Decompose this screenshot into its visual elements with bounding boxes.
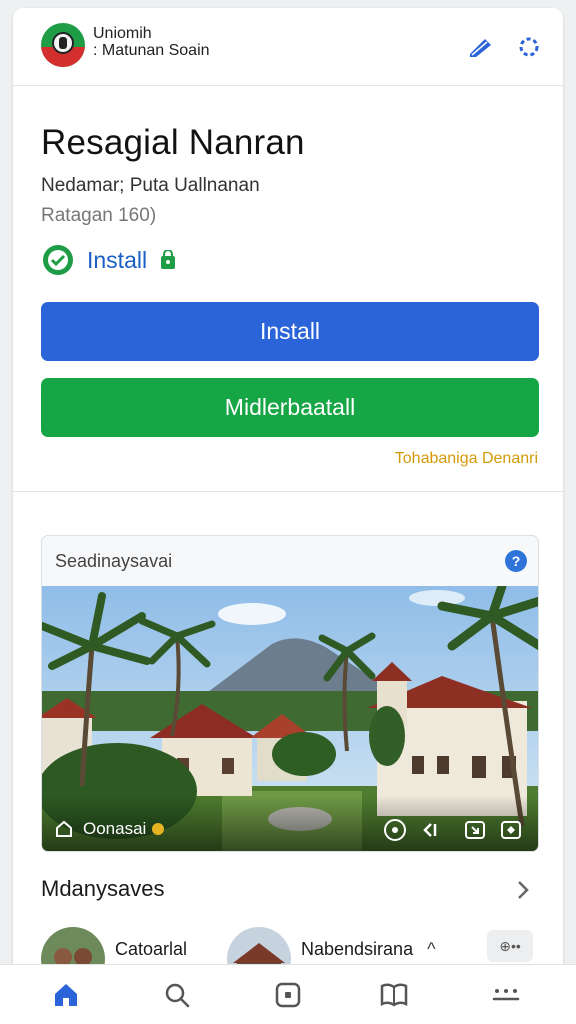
preview-image[interactable]: Oonasai — [42, 586, 538, 851]
brand-line-1: Uniomih — [93, 25, 152, 42]
home-outline-icon — [56, 820, 72, 837]
list-item-label: Catoarlal — [115, 938, 188, 959]
previous-button[interactable] — [416, 817, 442, 843]
preview-card[interactable]: Seadinaysavai ? Oonasai — [41, 535, 539, 852]
brand-line-2: : Matunan Soain — [93, 42, 210, 59]
preview-caption: Oonasai — [55, 819, 165, 839]
brand-name: Uniomih : Matunan Soain — [93, 25, 210, 59]
app-title: Resagial Nanran — [41, 123, 305, 162]
library-icon — [380, 983, 408, 1007]
collapse-button[interactable] — [462, 817, 488, 843]
nav-apps[interactable] — [268, 975, 308, 1015]
top-bar: Uniomih : Matunan Soain — [13, 8, 563, 86]
developer-name[interactable]: Nedamar; Puta Uallnanan — [41, 175, 260, 197]
section-title: Mdanysaves — [41, 876, 165, 901]
section-more-button[interactable] — [511, 876, 535, 904]
preview-header: Seadinaysavai ? — [42, 536, 538, 586]
divider — [13, 491, 563, 492]
expand-button[interactable] — [498, 817, 524, 843]
list-item-label: Nabendsirana — [301, 938, 414, 959]
more-info-link[interactable]: Tohabaniga Denanri — [395, 450, 538, 468]
nav-search[interactable] — [157, 975, 197, 1015]
previous-icon — [423, 823, 437, 837]
gear-icon — [519, 37, 539, 57]
replay-button[interactable] — [382, 817, 408, 843]
install-badge[interactable]: Install — [41, 243, 177, 277]
replay-icon — [384, 819, 406, 841]
status-dot — [152, 823, 165, 835]
bottom-navigation — [0, 964, 576, 1024]
nav-more[interactable] — [486, 975, 526, 1015]
more-icon — [492, 989, 520, 1001]
preview-title: Seadinaysavai — [55, 551, 173, 571]
chevron-right-icon — [518, 881, 529, 899]
rating-text: Ratagan 160) — [41, 205, 157, 226]
app-detail-card: Uniomih : Matunan Soain Resagial Nanran … — [13, 8, 563, 1024]
badge-label: Install — [87, 246, 148, 273]
expand-icon — [501, 821, 521, 839]
shopping-bag-icon — [161, 250, 176, 269]
nav-library[interactable] — [374, 975, 414, 1015]
secondary-action-button[interactable]: Midlerbaatall — [41, 378, 539, 437]
apps-icon — [275, 982, 301, 1008]
caret-up-icon: ^ — [427, 938, 436, 959]
app-logo — [41, 23, 85, 67]
verified-icon — [43, 245, 73, 275]
edit-button[interactable] — [465, 32, 495, 62]
nav-home[interactable] — [46, 975, 86, 1015]
pencil-icon — [470, 39, 491, 57]
more-chip[interactable]: ⊕•• — [487, 930, 533, 962]
home-icon — [55, 984, 77, 1006]
settings-button[interactable] — [514, 32, 544, 62]
help-icon[interactable]: ? — [505, 550, 527, 572]
install-button[interactable]: Install — [41, 302, 539, 361]
collapse-icon — [465, 821, 485, 839]
search-icon — [165, 983, 190, 1008]
preview-caption-text: Oonasai — [83, 819, 147, 838]
